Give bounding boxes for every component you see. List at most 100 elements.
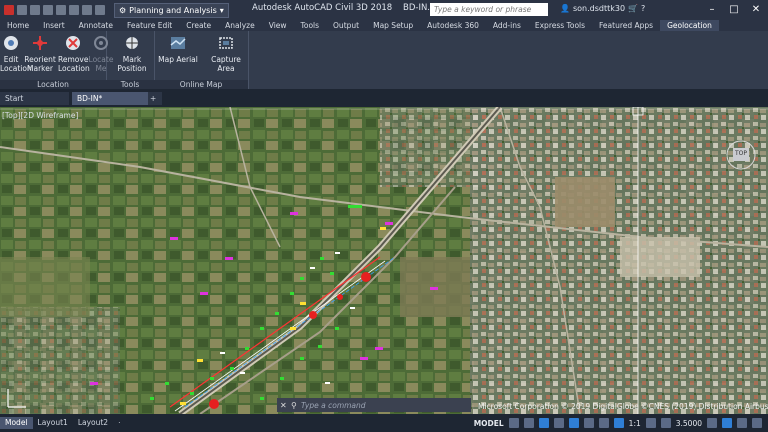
capture-area-button[interactable]: Capture Area bbox=[208, 35, 244, 73]
ribbon-tab-feature-edit[interactable]: Feature Edit bbox=[120, 20, 179, 31]
tab-start[interactable]: Start bbox=[0, 92, 69, 105]
user-icon: 👤 bbox=[560, 4, 570, 13]
ribbon-tab-tools[interactable]: Tools bbox=[294, 20, 326, 31]
ribbon-tab-add-ins[interactable]: Add-ins bbox=[486, 20, 528, 31]
workspace-selector[interactable]: ⚙ Planning and Analysis ▾ bbox=[114, 2, 229, 18]
customize-icon[interactable] bbox=[752, 418, 762, 428]
close-button[interactable]: ✕ bbox=[746, 1, 766, 18]
remove-label: Remove bbox=[58, 55, 89, 64]
save-icon[interactable] bbox=[43, 5, 53, 15]
gear-icon: ⚙ bbox=[119, 5, 127, 15]
edit-label: Edit bbox=[3, 55, 19, 64]
view-cube-label[interactable]: TOP bbox=[735, 150, 747, 157]
locate-label: Locate bbox=[88, 55, 114, 64]
capture-label: Capture bbox=[211, 55, 241, 64]
ribbon-tab-annotate[interactable]: Annotate bbox=[72, 20, 120, 31]
ribbon-tab-output[interactable]: Output bbox=[326, 20, 366, 31]
map-copyright: Microsoft Corporation © 2019 DigitalGlob… bbox=[478, 402, 768, 411]
hardware-accel-icon[interactable] bbox=[722, 418, 732, 428]
location-panel-label: Location bbox=[0, 80, 106, 89]
minimize-button[interactable]: – bbox=[702, 1, 722, 18]
app-menu-icon[interactable] bbox=[4, 5, 14, 15]
model-space-toggle[interactable]: MODEL bbox=[474, 419, 504, 428]
ribbon-tab-express-tools[interactable]: Express Tools bbox=[528, 20, 592, 31]
redo-icon[interactable] bbox=[95, 5, 105, 15]
locate-icon bbox=[94, 36, 108, 50]
clean-screen-icon[interactable] bbox=[737, 418, 747, 428]
ribbon-tab-autodesk-360[interactable]: Autodesk 360 bbox=[420, 20, 486, 31]
edit-label2: Location bbox=[0, 64, 32, 73]
status-bar: MODEL 1:1 3.5000 bbox=[120, 414, 768, 432]
ribbon-tabs: Home Insert Annotate Feature Edit Create Anal… bbox=[0, 20, 768, 31]
remove-globe-icon bbox=[66, 36, 80, 50]
grid-icon[interactable] bbox=[508, 418, 519, 428]
isolate-icon[interactable] bbox=[707, 418, 717, 428]
map-aerial-icon bbox=[170, 37, 186, 49]
ribbon-tab-map-setup[interactable]: Map Setup bbox=[366, 20, 420, 31]
reorient-marker-button[interactable]: Reorient Marker bbox=[24, 35, 56, 73]
map-aerial-label: Map Aerial bbox=[158, 55, 198, 64]
ribbon-tab-analyze[interactable]: Analyze bbox=[218, 20, 262, 31]
tools-panel: Locate Me Mark Position Tools bbox=[89, 31, 155, 89]
globe-icon bbox=[4, 36, 18, 50]
tab-bd-in[interactable]: BD-IN* bbox=[72, 92, 149, 105]
open-icon[interactable] bbox=[30, 5, 40, 15]
locate-me-button[interactable]: Locate Me bbox=[86, 35, 116, 73]
reorient-label2: Marker bbox=[27, 64, 53, 73]
ribbon-tab-view[interactable]: View bbox=[262, 20, 294, 31]
aerial-map bbox=[0, 107, 768, 414]
maximize-button[interactable]: □ bbox=[724, 1, 744, 18]
wrench-icon[interactable]: ⚲ bbox=[291, 401, 297, 410]
viewport-label[interactable]: [Top][2D Wireframe] bbox=[2, 111, 78, 120]
command-input[interactable]: Type a command bbox=[301, 401, 366, 410]
osnap-icon[interactable] bbox=[568, 418, 579, 428]
map-aerial-button[interactable]: Map Aerial bbox=[158, 35, 198, 64]
ribbon-tab-geolocation[interactable]: Geolocation bbox=[660, 20, 719, 31]
layout-tabs: Model Layout1 Layout2 + bbox=[0, 414, 124, 432]
mark-position-button[interactable]: Mark Position bbox=[116, 35, 148, 73]
tab-layout1[interactable]: Layout1 bbox=[33, 417, 73, 429]
polar-icon[interactable] bbox=[553, 418, 564, 428]
command-line[interactable]: ✕ ⚲ Type a command bbox=[277, 398, 471, 412]
capture-area-icon bbox=[219, 37, 233, 49]
undo-icon[interactable] bbox=[82, 5, 92, 15]
window-controls: – □ ✕ bbox=[702, 1, 766, 18]
new-icon[interactable] bbox=[17, 5, 27, 15]
user-account[interactable]: 👤 son.dsdttk30 🛒 ? bbox=[560, 4, 645, 13]
remove-location-button[interactable]: Remove Location bbox=[58, 35, 90, 73]
tab-bd-in-label: BD-IN* bbox=[77, 94, 103, 103]
drawing-viewport[interactable]: [Top][2D Wireframe] TOP Microsoft Corpor… bbox=[0, 107, 768, 414]
help-icon[interactable]: ? bbox=[641, 4, 645, 13]
username: son.dsdttk30 bbox=[572, 4, 626, 13]
close-icon[interactable]: ✕ bbox=[280, 401, 287, 410]
title-bar: ⚙ Planning and Analysis ▾ Autodesk AutoC… bbox=[0, 0, 768, 20]
search-input[interactable]: Type a keyword or phrase bbox=[430, 3, 548, 16]
ribbon-tab-create[interactable]: Create bbox=[179, 20, 218, 31]
workspace-switch-icon[interactable] bbox=[645, 418, 656, 428]
lineweight-icon[interactable] bbox=[583, 418, 594, 428]
ribbon-tab-featured-apps[interactable]: Featured Apps bbox=[592, 20, 660, 31]
capture-label2: Area bbox=[217, 64, 235, 73]
tab-layout2[interactable]: Layout2 bbox=[73, 417, 113, 429]
reorient-label: Reorient bbox=[24, 55, 56, 64]
add-icon[interactable] bbox=[660, 418, 671, 428]
locate-label2: Me bbox=[95, 64, 107, 73]
print-icon[interactable] bbox=[69, 5, 79, 15]
mark-position-icon bbox=[126, 37, 138, 49]
online-map-panel-label: Online Map bbox=[154, 80, 248, 89]
annotation-value[interactable]: 3.5000 bbox=[676, 419, 702, 428]
workspace-label: Planning and Analysis bbox=[129, 5, 217, 15]
snap-icon[interactable] bbox=[523, 418, 534, 428]
mark-label: Mark bbox=[122, 55, 142, 64]
edit-location-button[interactable]: Edit Location bbox=[0, 35, 32, 73]
new-tab-button[interactable]: + bbox=[148, 92, 162, 105]
cart-icon[interactable]: 🛒 bbox=[628, 4, 638, 13]
annotation-scale[interactable]: 1:1 bbox=[629, 419, 641, 428]
ortho-icon[interactable] bbox=[538, 418, 549, 428]
save-as-icon[interactable] bbox=[56, 5, 66, 15]
transparency-icon[interactable] bbox=[598, 418, 609, 428]
annotation-visibility-icon[interactable] bbox=[613, 418, 624, 428]
ribbon-tab-insert[interactable]: Insert bbox=[36, 20, 72, 31]
ribbon-tab-home[interactable]: Home bbox=[0, 20, 36, 31]
tab-model[interactable]: Model bbox=[0, 417, 33, 429]
